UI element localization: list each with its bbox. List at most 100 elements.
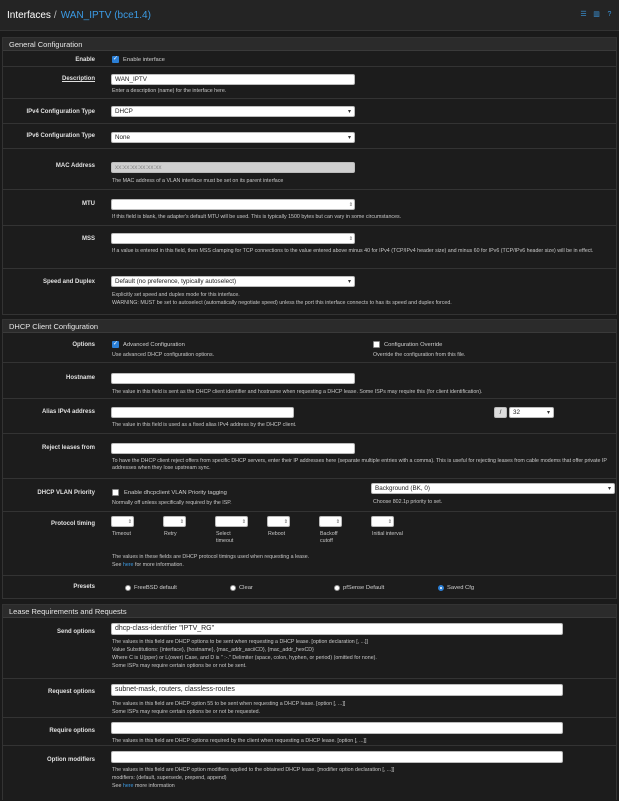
timeout-input[interactable] [111,516,134,527]
timing-see-text: See [112,562,123,568]
reboot-input[interactable] [267,516,290,527]
ipv4-select[interactable]: DHCP [111,106,355,117]
preset-clear-text: Clear [239,585,253,591]
speed-help: Explicitly set speed and duplex mode for… [112,292,240,298]
list-icon[interactable]: ☰ [580,11,587,18]
mss-input[interactable] [111,233,355,244]
retry-input[interactable] [163,516,186,527]
protocol-timing-label: Protocol timing [51,521,95,527]
enable-text: Enable interface [123,57,165,63]
hostname-help: The value in this field is sent as the D… [112,389,483,395]
option-modifiers-list: modifiers: (default, supersede, prepend,… [112,775,227,781]
backoff-cutoff-caption: Backoff cutoff [320,531,338,544]
timing-see-line: See here for more information. [112,562,184,569]
send-options-help: The values in this field are DHCP option… [112,639,368,645]
description-label: Description [61,76,95,82]
ipv4-label: IPv4 Configuration Type [26,109,95,115]
description-input[interactable]: WAN_IPTV [111,74,355,85]
speed-select[interactable]: Default (no preference, typically autose… [111,276,355,287]
options-label: Options [72,342,95,348]
send-options-isp-note: Some ISPs may require certain options be… [112,663,247,669]
vlan-priority-checkbox[interactable] [112,489,119,496]
timeout-caption: Timeout [112,531,131,537]
request-options-input[interactable]: subnet-mask, routers, classless-routes [111,684,563,696]
select-timeout-input[interactable] [215,516,248,527]
mss-help: If a value is entered in this field, the… [112,248,594,254]
breadcrumb-separator: / [53,9,57,21]
mss-label: MSS [81,236,95,242]
interface-name: WAN_IPTV (bce1.4) [60,9,151,21]
preset-freebsd-radio[interactable] [125,585,131,591]
send-options-input[interactable]: dhcp-class-identifier "IPTV_RG" [111,623,563,635]
mtu-help: If this field is blank, the adapter's de… [112,214,402,220]
alias-mask-select[interactable]: 32 [509,407,554,418]
enable-checkbox[interactable] [112,55,119,63]
timing-here-link[interactable]: here [123,562,134,568]
option-modifiers-input[interactable] [111,751,563,763]
lease-requirements-panel: Lease Requirements and Requests Send opt… [2,604,617,800]
vlan-priority-help: Normally off unless specifically require… [112,500,232,506]
modifiers-here-link[interactable]: here [123,783,134,789]
preset-pfsense-text: pfSense Default [343,585,385,591]
backoff-cutoff-input[interactable] [319,516,342,527]
select-timeout-caption: Select timeout [216,531,234,544]
preset-saved-text: Saved Cfg [447,585,475,591]
timing-more-text: for more information. [133,562,184,568]
config-override-checkbox[interactable] [373,341,380,348]
top-bar: Interfaces / WAN_IPTV (bce1.4) ☰ ▥ ? [0,0,619,31]
modifiers-see-text: See [112,783,123,789]
modifiers-see-line: See here more information [112,783,175,790]
general-heading: General Configuration [3,38,616,51]
preset-freebsd-text: FreeBSD default [134,585,177,591]
presets-label: Presets [73,584,95,590]
mac-input[interactable]: xx:xx:xx:xx:xx:xx [111,162,355,173]
advanced-config-checkbox[interactable] [112,340,119,348]
vlan-priority-text: Enable dhcpclient VLAN Priority tagging [124,490,227,496]
request-options-label: Request options [47,689,95,695]
hostname-label: Hostname [65,375,95,381]
reject-input[interactable] [111,443,355,454]
require-options-help: The values in this field are DHCP option… [112,738,367,744]
advanced-config-help: Use advanced DHCP configuration options. [112,352,215,358]
config-override-text: Configuration Override [384,342,443,348]
preset-saved-radio[interactable] [438,585,444,591]
speed-label: Speed and Duplex [42,279,95,285]
priority-help: Choose 802.1p priority to set. [373,499,443,505]
send-options-label: Send options [57,629,95,635]
request-options-isp-note: Some ISPs may require certain options be… [112,709,261,715]
hostname-input[interactable] [111,373,355,384]
request-options-help: The values in this field are DHCP option… [112,701,346,707]
mac-label: MAC Address [55,163,95,169]
lease-heading: Lease Requirements and Requests [3,605,616,618]
reject-label: Reject leases from [41,445,95,451]
alias-slash: / [494,407,507,418]
dhcp-heading: DHCP Client Configuration [3,320,616,333]
speed-warning: WARNING: MUST be set to autoselect (auto… [112,300,452,306]
preset-pfsense-radio[interactable] [334,585,340,591]
alias-input[interactable] [111,407,294,418]
send-options-case: Where C is U(pper) or L(ower) Case, and … [112,655,377,661]
reject-help: To have the DHCP client reject offers fr… [112,458,607,472]
timing-help: The values in these fields are DHCP prot… [112,554,310,560]
help-icon[interactable]: ? [606,11,613,18]
require-options-input[interactable] [111,722,563,734]
send-options-substitutions: Value Substitutions: {interface}, {hostn… [112,647,314,653]
page-title: Interfaces [7,9,51,21]
alias-help: The value in this field is used as a fix… [112,422,297,428]
config-override-help: Override the configuration from this fil… [373,352,466,358]
initial-interval-caption: Initial interval [372,531,403,537]
alias-label: Alias IPv4 address [41,409,95,415]
priority-select[interactable]: Background (BK, 0) [371,483,615,494]
preset-clear-radio[interactable] [230,585,236,591]
ipv6-label: IPv6 Configuration Type [26,133,95,139]
retry-caption: Retry [164,531,177,537]
initial-interval-input[interactable] [371,516,394,527]
option-modifiers-label: Option modifiers [47,757,95,763]
reboot-caption: Reboot [268,531,286,537]
general-configuration-panel: General Configuration Enable Enable inte… [2,37,617,315]
mtu-input[interactable] [111,199,355,210]
chart-icon[interactable]: ▥ [593,11,600,18]
ipv6-select[interactable]: None [111,132,355,143]
mtu-label: MTU [82,201,95,207]
dhcp-client-panel: DHCP Client Configuration Options Advanc… [2,319,617,599]
